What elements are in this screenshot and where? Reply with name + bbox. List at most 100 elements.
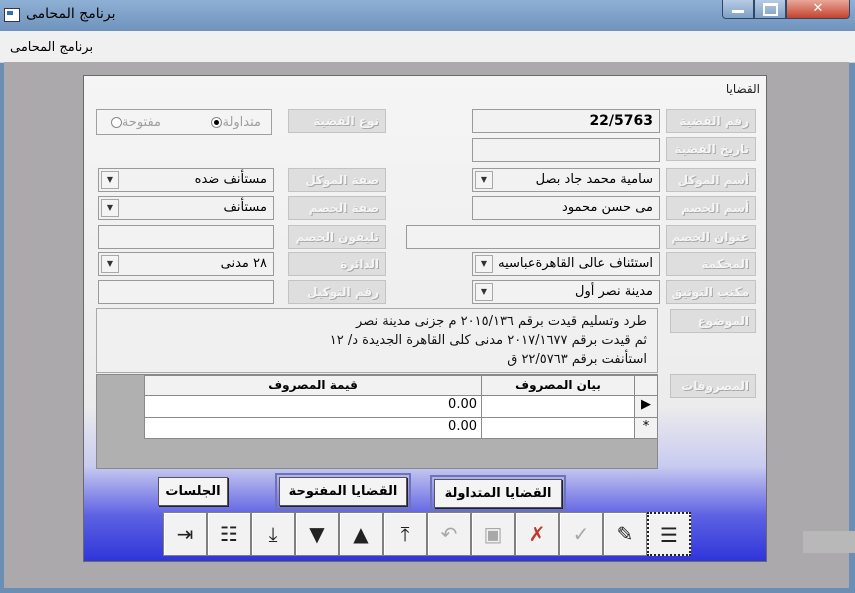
grid-cell-amount-value: 0.00 — [448, 419, 477, 434]
radio-open-label: مفتوحة — [121, 115, 161, 130]
new-record-button[interactable]: ☰ — [647, 512, 691, 556]
notary-office-value: مدينة نصر أول — [575, 284, 653, 299]
previous-record-icon: ▲ — [353, 522, 369, 546]
grid-cell-amount[interactable]: 0.00 — [144, 395, 482, 418]
subject-line: ثم قيدت برقم ٢٠١٧/١٦٧٧ مدنى كلى القاهرة … — [329, 333, 647, 348]
radio-selected-icon[interactable] — [211, 117, 223, 128]
opponent-phone-label: تليفون الخصم — [288, 225, 386, 249]
next-record-button[interactable]: ▼ — [295, 512, 339, 556]
save-icon: ▣ — [483, 522, 503, 546]
expenses-label: المصروفات — [670, 374, 756, 398]
open-cases-button[interactable]: القضايا المفتوحة — [275, 473, 411, 510]
grid-cell-description[interactable] — [481, 395, 635, 418]
form-title: القضايا — [725, 82, 760, 96]
grid-cell-amount-value: 0.00 — [448, 397, 477, 412]
menu-item-lawyer-program[interactable]: برنامج المحامى — [10, 40, 93, 55]
confirm-icon: ✓ — [572, 522, 590, 546]
opponent-capacity-value: مستأنف — [223, 200, 267, 215]
subject-textarea[interactable]: طرد وتسليم قيدت برقم ٢٠١٥/١٣٦ م جزنى مدي… — [96, 308, 658, 373]
grid-header-description[interactable]: بيان المصروف — [481, 375, 635, 396]
app-icon — [4, 8, 20, 22]
radio-active[interactable]: متداولة — [207, 115, 261, 130]
client-name-value: سامية محمد جاد بصل — [535, 172, 653, 187]
case-number-label: رقم القضية — [666, 109, 756, 133]
save-button[interactable]: ▣ — [471, 512, 515, 556]
circuit-label: الدائرة — [288, 252, 386, 276]
chevron-down-icon[interactable]: ▼ — [101, 255, 119, 273]
opponent-capacity-label: صفة الخصم — [288, 196, 386, 220]
first-record-button[interactable]: ⤒ — [383, 512, 427, 556]
radio-open[interactable]: مفتوحة — [107, 115, 161, 130]
exit-icon: ⇥ — [176, 522, 194, 546]
delete-icon: ✗ — [528, 522, 546, 546]
edit-button[interactable]: ✎ — [603, 512, 647, 556]
minimize-button[interactable] — [722, 0, 754, 19]
subject-line: استأنفت برقم ٢٢/٥٧٦٣ ق — [507, 352, 647, 367]
next-record-icon: ▼ — [309, 522, 325, 546]
list-icon: ☷ — [220, 522, 238, 546]
edit-icon: ✎ — [616, 522, 634, 546]
opponent-address-label: عنوان الخصم — [666, 225, 756, 249]
chevron-down-icon[interactable]: ▼ — [101, 199, 119, 217]
maximize-button[interactable] — [754, 0, 786, 19]
new-record-icon: ☰ — [660, 523, 678, 547]
undo-icon: ↶ — [440, 522, 458, 546]
close-icon: ✕ — [812, 1, 824, 16]
court-dropdown[interactable]: ▼ استئناف عالى القاهرةعباسيه — [472, 252, 660, 276]
power-of-attorney-number-field[interactable] — [98, 280, 274, 304]
record-toolbar: ⇥ ☷ ⤓ ▼ ▲ ⤒ ↶ ▣ ✗ ✓ ✎ ☰ — [163, 512, 691, 556]
list-button[interactable]: ☷ — [207, 512, 251, 556]
opponent-address-field[interactable] — [406, 225, 660, 249]
minimized-window-strip[interactable] — [803, 531, 855, 553]
row-indicator-current[interactable]: ▶ — [634, 395, 658, 418]
active-cases-button[interactable]: القضايا المتداولة — [430, 475, 566, 512]
sessions-button[interactable]: الجلسات — [158, 477, 228, 506]
subject-line: طرد وتسليم قيدت برقم ٢٠١٥/١٣٦ م جزنى مدي… — [356, 314, 647, 329]
window-title: برنامج المحامى — [26, 6, 116, 22]
client-name-dropdown[interactable]: ▼ سامية محمد جاد بصل — [472, 168, 660, 192]
court-value: استئناف عالى القاهرةعباسيه — [498, 256, 653, 271]
case-number-field[interactable]: 22/5763 — [472, 109, 660, 133]
grid-header-amount[interactable]: قيمة المصروف — [144, 375, 482, 396]
opponent-capacity-dropdown[interactable]: ▼ مستأنف — [98, 196, 274, 220]
client-capacity-value: مستأنف ضده — [194, 172, 267, 187]
confirm-button[interactable]: ✓ — [559, 512, 603, 556]
grid-cell-description[interactable] — [481, 417, 635, 439]
chevron-down-icon[interactable]: ▼ — [475, 255, 493, 273]
expenses-grid: بيان المصروف قيمة المصروف ▶ 0.00 * 0.00 — [96, 374, 658, 469]
case-type-label: نوع القضية — [288, 109, 386, 133]
exit-button[interactable]: ⇥ — [163, 512, 207, 556]
undo-button[interactable]: ↶ — [427, 512, 471, 556]
client-name-label: أسم الموكل — [666, 168, 756, 192]
chevron-down-icon[interactable]: ▼ — [101, 171, 119, 189]
opponent-phone-field[interactable] — [98, 225, 274, 249]
close-button[interactable]: ✕ — [786, 0, 850, 19]
client-capacity-label: صفة الموكل — [288, 168, 386, 192]
notary-office-label: مكتب التوثيق — [666, 280, 756, 304]
delete-button[interactable]: ✗ — [515, 512, 559, 556]
client-capacity-dropdown[interactable]: ▼ مستأنف ضده — [98, 168, 274, 192]
court-label: المحكمة — [666, 252, 756, 276]
circuit-value: ٢٨ مدنى — [220, 256, 267, 271]
case-date-label: تاريخ القضية — [666, 137, 756, 161]
case-type-radio-group: متداولة مفتوحة — [96, 109, 272, 135]
opponent-name-field[interactable]: مى حسن محمود — [472, 196, 660, 220]
title-bar: برنامج المحامى ✕ — [0, 0, 855, 31]
last-record-button[interactable]: ⤓ — [251, 512, 295, 556]
case-date-field[interactable] — [472, 138, 660, 162]
radio-active-label: متداولة — [222, 115, 261, 130]
circuit-dropdown[interactable]: ▼ ٢٨ مدنى — [98, 252, 274, 276]
grid-cell-amount[interactable]: 0.00 — [144, 417, 482, 439]
chevron-down-icon[interactable]: ▼ — [475, 283, 493, 301]
chevron-down-icon[interactable]: ▼ — [475, 171, 493, 189]
first-record-icon: ⤒ — [400, 522, 410, 546]
maximize-icon — [762, 3, 778, 16]
last-record-icon: ⤓ — [268, 522, 278, 546]
notary-office-dropdown[interactable]: ▼ مدينة نصر أول — [472, 280, 660, 304]
power-of-attorney-number-label: رقم التوكيل — [288, 280, 386, 304]
grid-corner — [634, 375, 658, 396]
row-indicator-new[interactable]: * — [634, 417, 658, 439]
radio-unselected-icon[interactable] — [110, 117, 122, 128]
previous-record-button[interactable]: ▲ — [339, 512, 383, 556]
opponent-name-label: أسم الخصم — [666, 196, 756, 220]
